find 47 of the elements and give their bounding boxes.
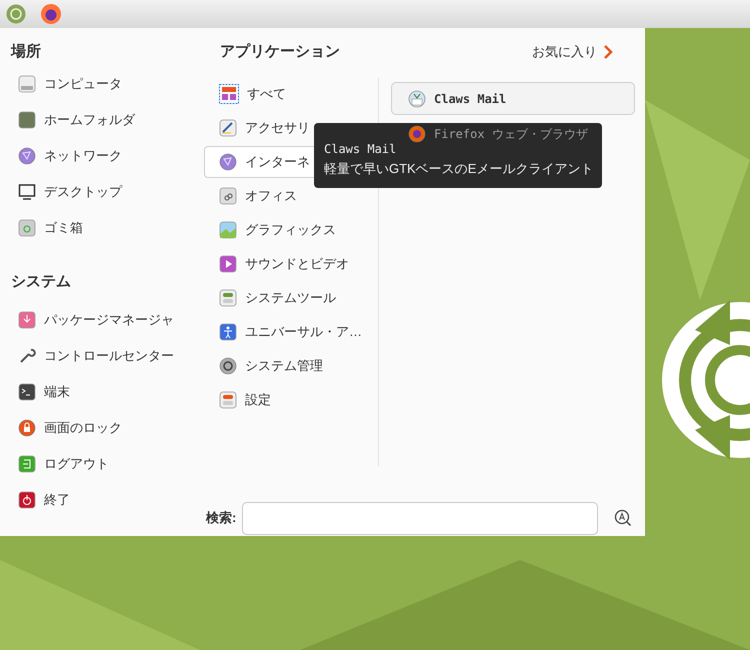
category-item[interactable]: サウンドとビデオ: [204, 248, 378, 280]
monitor-icon: [18, 183, 36, 201]
image-icon: [219, 221, 237, 239]
power-icon: [18, 491, 36, 509]
menu-item-label[interactable]: パッケージマネージャ: [44, 310, 174, 330]
person-icon: [219, 323, 237, 341]
category-item[interactable]: すべて: [204, 78, 378, 110]
app-item[interactable]: Claws Mail: [391, 82, 635, 115]
menu-item-label[interactable]: 画面のロック: [44, 418, 122, 438]
menu-item-label[interactable]: ホームフォルダ: [44, 110, 135, 130]
globe-icon: [219, 153, 237, 171]
toggle-icon: [219, 289, 237, 307]
category-item[interactable]: グラフィックス: [204, 214, 378, 246]
grid-icon: [219, 84, 239, 104]
category-item[interactable]: システムツール: [204, 282, 378, 314]
chevron-right-icon: [603, 45, 613, 59]
lock-icon: [18, 419, 36, 437]
logout-icon: [18, 455, 36, 473]
mail-icon: [408, 90, 426, 108]
menu-item-label[interactable]: 端末: [44, 382, 70, 402]
section-heading: アプリケーション: [220, 42, 340, 62]
menu-item-label[interactable]: コンピュータ: [44, 74, 122, 94]
firefox-icon[interactable]: [40, 3, 62, 25]
search-icon[interactable]: [614, 509, 632, 527]
menu-item-label[interactable]: 終了: [44, 490, 70, 510]
play-icon: [219, 255, 237, 273]
search-label: 検索:: [206, 509, 236, 528]
network-icon: [18, 147, 36, 165]
package-icon: [18, 311, 36, 329]
category-item[interactable]: システム管理: [204, 350, 378, 382]
favorites-link[interactable]: お気に入り: [532, 42, 613, 62]
menu-item-label[interactable]: ネットワーク: [44, 146, 122, 166]
menu-item-label[interactable]: デスクトップ: [44, 182, 122, 202]
search-field[interactable]: [242, 502, 598, 534]
section-heading: システム: [10, 272, 72, 292]
menu-item-label[interactable]: ゴミ箱: [44, 218, 83, 238]
category-item[interactable]: オフィス: [204, 180, 378, 212]
menu-item-label[interactable]: コントロールセンター: [44, 346, 174, 366]
folder-icon: [18, 111, 36, 129]
terminal-icon: [18, 383, 36, 401]
gear-icon: [219, 357, 237, 375]
category-item[interactable]: ユニバーサル・ア…: [204, 316, 378, 348]
toggle-icon: [219, 391, 237, 409]
pencil-icon: [219, 119, 237, 137]
menu-item-label[interactable]: ログアウト: [44, 454, 109, 474]
section-heading: 場所: [10, 42, 42, 62]
category-item[interactable]: 設定: [204, 384, 378, 416]
